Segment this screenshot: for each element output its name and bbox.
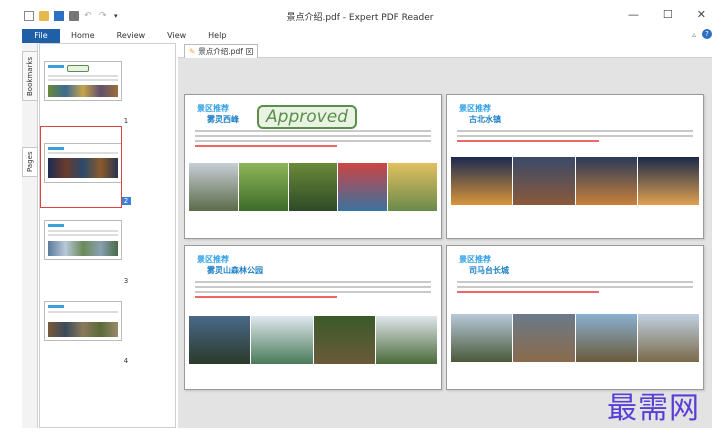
tab-pages[interactable]: Pages (22, 147, 38, 177)
pages-panel: 1 2 3 4 (39, 43, 176, 428)
page-category: 景区推荐 (197, 104, 229, 113)
page-category: 景区推荐 (197, 255, 229, 264)
page-heading: 古北水镇 (469, 115, 501, 124)
pdf-page-1: 景区推荐 雾灵西峰 Approved (184, 94, 442, 239)
page-heading: 司马台长城 (469, 266, 509, 275)
ribbon-tabs: File Home Review View Help ▵ ? (22, 29, 712, 43)
page-category: 景区推荐 (459, 104, 491, 113)
close-tab-icon[interactable]: x (245, 48, 253, 55)
page-heading: 雾灵西峰 (207, 115, 239, 124)
tab-home[interactable]: Home (60, 29, 106, 43)
page-thumbnail-3[interactable] (44, 220, 122, 260)
help-icon[interactable]: ? (702, 29, 712, 39)
page-category: 景区推荐 (459, 255, 491, 264)
ribbon-collapse-icon[interactable]: ▵ (692, 30, 696, 39)
selected-page-highlight (40, 126, 122, 208)
page-number-3: 3 (123, 277, 129, 285)
tab-review[interactable]: Review (106, 29, 157, 43)
watermark-logo: 最需网 (607, 391, 700, 426)
page-number-2: 2 (121, 197, 131, 205)
document-tab-bar: ✎ 景点介绍.pdf x (178, 43, 712, 58)
page-thumbnail-1[interactable] (44, 61, 122, 101)
page-number-1: 1 (123, 117, 129, 125)
page-number-4: 4 (123, 357, 129, 365)
title-bar: ↶ ↷ ▾ 景点介绍.pdf - Expert PDF Reader — ☐ ✕ (0, 0, 720, 30)
side-tab-strip: Bookmarks Pages (22, 43, 38, 428)
maximize-button[interactable]: ☐ (663, 8, 673, 21)
tab-help[interactable]: Help (197, 29, 237, 43)
document-viewer[interactable]: 景区推荐 雾灵西峰 Approved 景区推荐 古北水镇 景区推荐 雾灵山森林公… (178, 58, 712, 428)
pdf-file-icon: ✎ (189, 47, 196, 56)
pdf-page-2: 景区推荐 古北水镇 (446, 94, 704, 239)
window-title: 景点介绍.pdf - Expert PDF Reader (286, 13, 434, 23)
pdf-page-4: 景区推荐 司马台长城 (446, 245, 704, 390)
tab-file[interactable]: File (22, 29, 60, 43)
close-button[interactable]: ✕ (697, 8, 706, 21)
document-tab-label: 景点介绍.pdf (198, 47, 243, 56)
tab-bookmarks[interactable]: Bookmarks (22, 51, 38, 101)
page-thumbnail-4[interactable] (44, 301, 122, 341)
document-tab[interactable]: ✎ 景点介绍.pdf x (184, 44, 258, 58)
tab-view[interactable]: View (156, 29, 197, 43)
approved-stamp[interactable]: Approved (257, 105, 357, 129)
pdf-page-3: 景区推荐 雾灵山森林公园 (184, 245, 442, 390)
page-heading: 雾灵山森林公园 (207, 266, 263, 275)
minimize-button[interactable]: — (628, 8, 639, 21)
